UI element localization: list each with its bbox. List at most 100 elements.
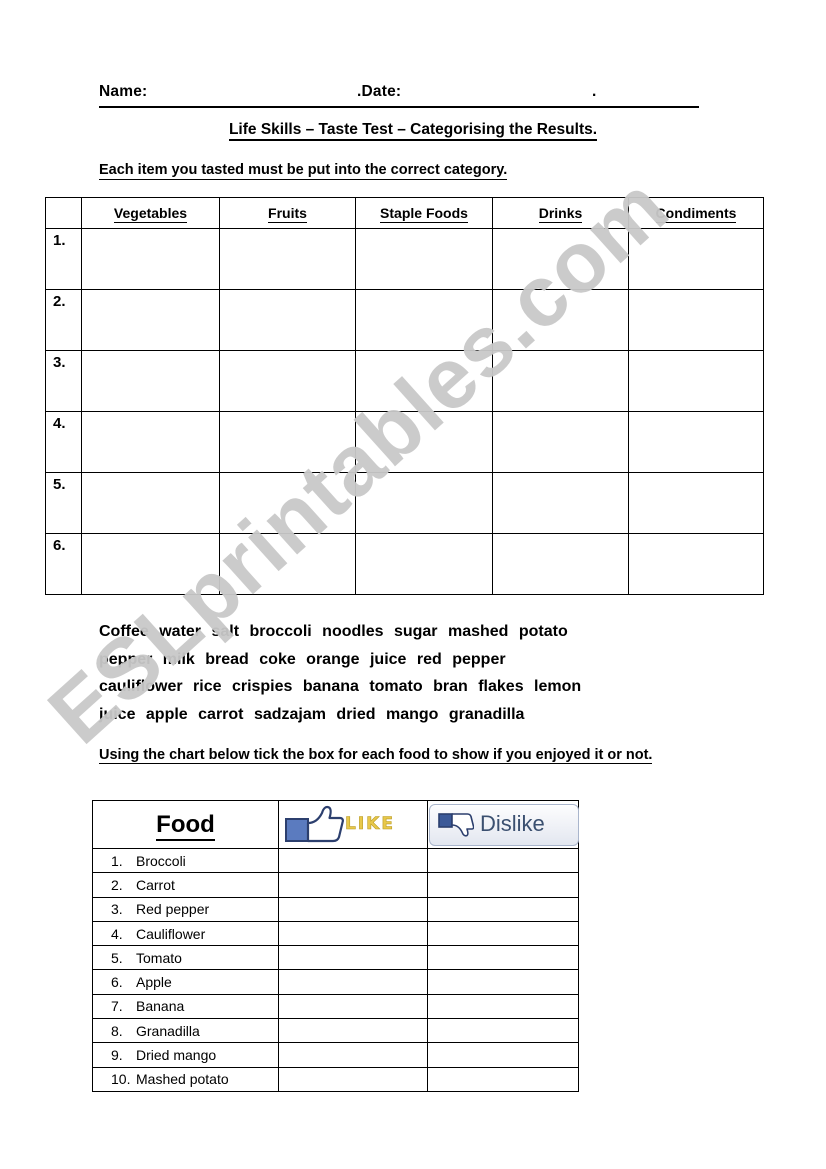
word-bank-line: Coffee water salt broccoli noodles sugar… [99, 623, 568, 640]
category-cell-staple-foods[interactable] [355, 228, 493, 290]
food-table-header-row: Food LIKE Dislike [92, 800, 579, 849]
table-row: 3. Red pepper [92, 896, 579, 922]
category-cell-condiments[interactable] [628, 289, 764, 351]
dislike-checkbox-cell[interactable] [427, 847, 579, 874]
food-name: Mashed potato [136, 1071, 229, 1088]
category-cell-vegetables[interactable] [81, 350, 220, 412]
trailing-dot: . [592, 83, 597, 100]
category-cell-condiments[interactable] [628, 533, 764, 595]
food-name-cell: 10. Mashed potato [92, 1066, 279, 1092]
category-cell-condiments[interactable] [628, 228, 764, 290]
category-col-condiments-label: Condiments [655, 205, 737, 223]
dislike-checkbox-cell[interactable] [427, 872, 579, 898]
category-cell-vegetables[interactable] [81, 411, 220, 473]
like-checkbox-cell[interactable] [278, 1066, 428, 1092]
category-cell-drinks[interactable] [492, 350, 629, 412]
category-cell-drinks[interactable] [492, 411, 629, 473]
food-index: 3. [111, 901, 123, 918]
category-cell-fruits[interactable] [219, 533, 356, 595]
category-cell-vegetables[interactable] [81, 472, 220, 534]
like-checkbox-cell[interactable] [278, 896, 428, 922]
page-title-text: Life Skills – Taste Test – Categorising … [228, 121, 598, 141]
category-cell-fruits[interactable] [219, 411, 356, 473]
dislike-checkbox-cell[interactable] [427, 945, 579, 971]
like-checkbox-cell[interactable] [278, 920, 428, 947]
category-col-drinks-label: Drinks [538, 205, 583, 223]
food-index: 7. [111, 998, 123, 1015]
dislike-label: Dislike [480, 811, 545, 836]
page-title: Life Skills – Taste Test – Categorising … [0, 121, 826, 141]
dislike-checkbox-cell[interactable] [427, 896, 579, 922]
food-name-cell: 6. Apple [92, 969, 279, 995]
food-index: 2. [111, 876, 123, 893]
category-cell-vegetables[interactable] [81, 533, 220, 595]
like-checkbox-cell[interactable] [278, 847, 428, 874]
dislike-checkbox-cell[interactable] [427, 1018, 579, 1044]
category-cell-staple-foods[interactable] [355, 472, 493, 534]
category-cell-fruits[interactable] [219, 289, 356, 351]
category-cell-fruits[interactable] [219, 472, 356, 534]
dislike-column-header: Dislike [427, 800, 579, 849]
category-cell-drinks[interactable] [492, 472, 629, 534]
date-label: .Date: [357, 83, 402, 100]
category-cell-staple-foods[interactable] [355, 289, 493, 351]
category-col-drinks: Drinks [492, 197, 629, 229]
like-graphic: LIKE [283, 802, 433, 846]
food-name: Broccoli [136, 852, 186, 869]
table-row: 1. [45, 228, 764, 290]
row-number: 6. [45, 533, 82, 595]
category-cell-drinks[interactable] [492, 533, 629, 595]
category-cell-condiments[interactable] [628, 411, 764, 473]
category-cell-staple-foods[interactable] [355, 411, 493, 473]
name-label: Name: [99, 83, 148, 100]
table-row: 6. Apple [92, 969, 579, 995]
like-checkbox-cell[interactable] [278, 1018, 428, 1044]
category-cell-fruits[interactable] [219, 228, 356, 290]
food-column-header-label: Food [156, 810, 215, 841]
name-date-line: Name: .Date: . [99, 82, 699, 108]
food-name: Tomato [136, 949, 182, 966]
food-name-cell: 9. Dried mango [92, 1042, 279, 1068]
food-name: Cauliflower [136, 925, 206, 942]
food-name: Apple [136, 974, 172, 991]
like-checkbox-cell[interactable] [278, 1042, 428, 1068]
category-cell-drinks[interactable] [492, 228, 629, 290]
category-cell-vegetables[interactable] [81, 228, 220, 290]
like-checkbox-cell[interactable] [278, 945, 428, 971]
category-cell-staple-foods[interactable] [355, 533, 493, 595]
instruction-tick-box-text: Using the chart below tick the box for e… [99, 747, 653, 764]
dislike-checkbox-cell[interactable] [427, 920, 579, 947]
category-cell-drinks[interactable] [492, 289, 629, 351]
food-name-cell: 3. Red pepper [92, 896, 279, 922]
category-cell-staple-foods[interactable] [355, 350, 493, 412]
category-cell-fruits[interactable] [219, 350, 356, 412]
food-index: 5. [111, 949, 123, 966]
like-label: LIKE [345, 814, 395, 835]
like-checkbox-cell[interactable] [278, 993, 428, 1020]
table-row: 2. Carrot [92, 872, 579, 898]
category-cell-condiments[interactable] [628, 472, 764, 534]
table-row: 7. Banana [92, 993, 579, 1020]
instruction-categorise-text: Each item you tasted must be put into th… [99, 162, 508, 180]
food-name: Banana [136, 998, 185, 1015]
food-column-header: Food [92, 800, 279, 849]
category-col-vegetables-label: Vegetables [113, 205, 188, 223]
category-cell-condiments[interactable] [628, 350, 764, 412]
food-name-cell: 5. Tomato [92, 945, 279, 971]
dislike-button-graphic[interactable]: Dislike [429, 804, 579, 846]
like-checkbox-cell[interactable] [278, 969, 428, 995]
category-col-blank [45, 197, 82, 229]
dislike-checkbox-cell[interactable] [427, 993, 579, 1020]
table-row: 9. Dried mango [92, 1042, 579, 1068]
word-bank-line: cauliflower rice crispies banana tomato … [99, 678, 582, 695]
food-name-cell: 1. Broccoli [92, 847, 279, 874]
dislike-checkbox-cell[interactable] [427, 969, 579, 995]
category-table: Vegetables Fruits Staple Foods Drinks Co… [45, 197, 764, 595]
dislike-checkbox-cell[interactable] [427, 1066, 579, 1092]
dislike-checkbox-cell[interactable] [427, 1042, 579, 1068]
category-cell-vegetables[interactable] [81, 289, 220, 351]
food-index: 9. [111, 1047, 123, 1064]
like-checkbox-cell[interactable] [278, 872, 428, 898]
row-number: 1. [45, 228, 82, 290]
instruction-categorise: Each item you tasted must be put into th… [99, 162, 508, 180]
